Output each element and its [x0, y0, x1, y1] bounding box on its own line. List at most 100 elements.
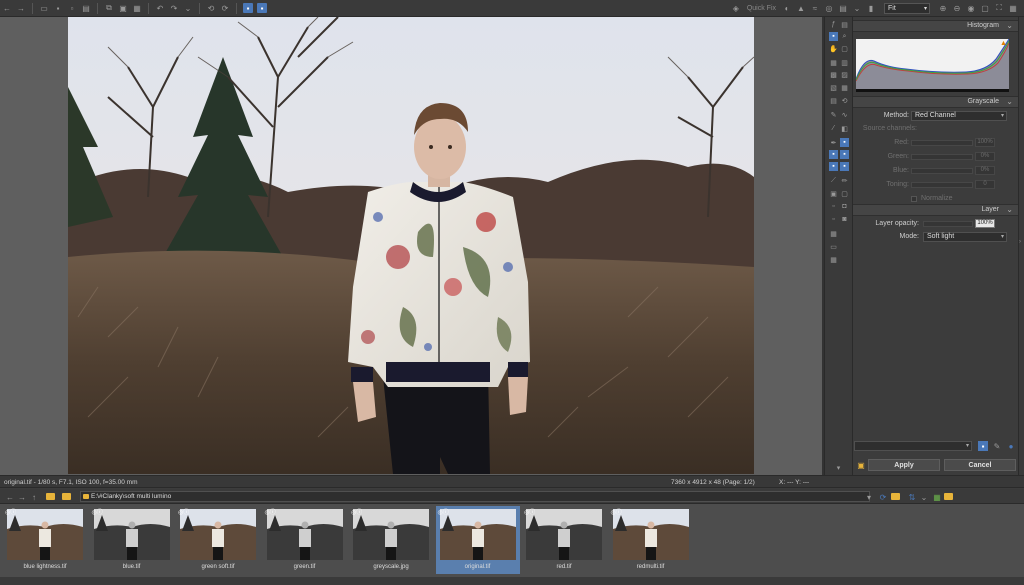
chevron-down-icon[interactable]: ▾: [834, 463, 843, 472]
normalize-checkbox[interactable]: [911, 196, 917, 202]
histogram-icon[interactable]: ▥: [840, 58, 849, 67]
auto-levels-icon[interactable]: ◐: [782, 3, 792, 13]
path-input[interactable]: E:\#Clanky\soft multi lumino: [80, 491, 870, 502]
folder-icon[interactable]: [46, 493, 55, 500]
print-icon[interactable]: ▤: [840, 20, 849, 29]
rotate-icon[interactable]: ⟲: [840, 96, 849, 105]
zoom-tool-icon[interactable]: ⌕: [840, 32, 849, 41]
paste-icon[interactable]: ▣: [118, 3, 128, 13]
forward-icon[interactable]: →: [16, 3, 26, 13]
quick-fix-button[interactable]: Quick Fix: [747, 5, 776, 12]
cancel-button[interactable]: Cancel: [944, 459, 1016, 471]
copy-icon[interactable]: ⧉: [104, 3, 114, 13]
save-icon[interactable]: ▪: [53, 3, 63, 13]
thumbnail-item[interactable]: ◎ⓘ red.tif: [522, 506, 606, 574]
layers-icon[interactable]: ▦: [829, 58, 838, 67]
sharpen-icon[interactable]: ▧: [829, 83, 838, 92]
text-icon[interactable]: ◘: [840, 202, 849, 211]
color-balance-icon[interactable]: ▨: [840, 70, 849, 79]
red-value[interactable]: 100%: [975, 138, 995, 147]
grayscale-header[interactable]: Grayscale ⌄: [853, 96, 1019, 108]
pencil-icon[interactable]: ✏: [840, 176, 849, 185]
blue-slider[interactable]: [911, 168, 973, 174]
preview-icon[interactable]: ▣: [856, 460, 866, 470]
gradient-icon[interactable]: ▪: [829, 150, 838, 159]
thumbnail-item[interactable]: ◎ⓘ original.tif: [435, 506, 520, 574]
thumbnail-item[interactable]: ◎ⓘ redmulti.tif: [609, 506, 693, 574]
mask-icon[interactable]: ▪: [840, 138, 849, 147]
redo-icon[interactable]: ↷: [169, 3, 179, 13]
thumbnail-item[interactable]: ◎ⓘ blue.tif: [90, 506, 174, 574]
quick-fix-icon[interactable]: ◈: [731, 3, 741, 13]
dropdown-icon[interactable]: ⌄: [852, 3, 862, 13]
adjust-icon[interactable]: ▩: [829, 70, 838, 79]
chevron-down-icon[interactable]: ▾: [864, 492, 874, 502]
layer-opacity-value[interactable]: 100%: [975, 219, 995, 228]
heal-icon[interactable]: ▪: [829, 162, 838, 171]
layer-header[interactable]: Layer ⌄: [853, 204, 1019, 216]
refresh-icon[interactable]: ⟳: [878, 492, 888, 502]
up-icon[interactable]: ↑: [29, 492, 39, 502]
red-slider[interactable]: [911, 140, 973, 146]
hand-tool-icon[interactable]: ✋: [829, 44, 838, 53]
clipping-warning-icon[interactable]: ▲: [1000, 40, 1007, 47]
lock-icon[interactable]: ◙: [840, 215, 849, 224]
thumbnail-item[interactable]: ◎ⓘ greyscale.jpg: [349, 506, 433, 574]
view-mode-icon[interactable]: ⌄: [919, 492, 929, 502]
clone-icon[interactable]: ▪: [840, 150, 849, 159]
new-folder-icon[interactable]: [891, 493, 900, 500]
eraser-icon[interactable]: ◧: [840, 124, 849, 133]
print-icon[interactable]: ▤: [838, 3, 848, 13]
filter-icon[interactable]: ▦: [840, 83, 849, 92]
sort-icon[interactable]: ⇅: [907, 492, 917, 502]
favorites-icon[interactable]: [944, 493, 953, 500]
monitor-icon[interactable]: ▭: [829, 242, 838, 251]
thumbnail-scrollbar[interactable]: [0, 577, 1024, 585]
line-icon[interactable]: ⟋: [829, 176, 838, 185]
apply-button[interactable]: Apply: [868, 459, 940, 471]
image-viewer[interactable]: [0, 17, 822, 475]
mode-select[interactable]: Soft light ▾: [923, 232, 1007, 242]
thumbnail-item[interactable]: ◎ⓘ blue lightness.tif: [3, 506, 87, 574]
fullscreen-icon[interactable]: ⛶: [994, 3, 1004, 13]
preset-select[interactable]: ▾: [854, 441, 972, 451]
toning-slider[interactable]: [911, 182, 973, 188]
histogram-header[interactable]: Histogram ⌄: [853, 20, 1019, 32]
green-value[interactable]: 0%: [975, 152, 995, 161]
info-icon[interactable]: ƒ: [829, 20, 838, 29]
chevron-right-icon[interactable]: ›: [1019, 239, 1021, 245]
rotate-left-icon[interactable]: ⟲: [206, 3, 216, 13]
save-as-icon[interactable]: ▫: [67, 3, 77, 13]
toning-value[interactable]: 0: [975, 180, 995, 189]
rotate-right-icon[interactable]: ⟳: [220, 3, 230, 13]
back-icon[interactable]: ←: [2, 3, 12, 13]
thumbnail-item[interactable]: ◎ⓘ green soft.tif: [176, 506, 260, 574]
save-preset-icon[interactable]: ▪: [978, 441, 988, 451]
zoom-select[interactable]: Fit ▾: [884, 2, 930, 14]
delete-preset-icon[interactable]: ✎: [992, 441, 1002, 451]
retouch-icon[interactable]: ▪: [840, 162, 849, 171]
select-tool-icon[interactable]: ▪: [829, 32, 838, 41]
levels-icon[interactable]: ▤: [829, 96, 838, 105]
eyedropper-icon[interactable]: ⁄: [829, 124, 838, 133]
delete-icon[interactable]: ▦: [132, 3, 142, 13]
fit-icon[interactable]: ▢: [980, 3, 990, 13]
thumbnail-item[interactable]: ◎ⓘ green.tif: [263, 506, 347, 574]
split-view-icon[interactable]: ▪: [257, 3, 267, 13]
color-icon[interactable]: ◎: [824, 3, 834, 13]
method-select[interactable]: Red Channel ▾: [911, 111, 1007, 121]
history-icon[interactable]: ⌄: [183, 3, 193, 13]
filter-icon[interactable]: ▦: [932, 492, 942, 502]
zoom-out-icon[interactable]: ⊖: [952, 3, 962, 13]
panel-scrollbar[interactable]: ›: [1018, 17, 1024, 475]
open-folder-icon[interactable]: ▭: [39, 3, 49, 13]
forward-icon[interactable]: →: [17, 492, 27, 502]
back-icon[interactable]: ←: [5, 492, 15, 502]
frame-icon[interactable]: ▢: [840, 189, 849, 198]
green-slider[interactable]: [911, 154, 973, 160]
undo-icon[interactable]: ↶: [155, 3, 165, 13]
zoom-100-icon[interactable]: ◉: [966, 3, 976, 13]
help-icon[interactable]: ●: [1006, 441, 1016, 451]
panel-toggle-icon[interactable]: ▮: [866, 3, 876, 13]
grid-tool-icon[interactable]: ▦: [829, 255, 838, 264]
